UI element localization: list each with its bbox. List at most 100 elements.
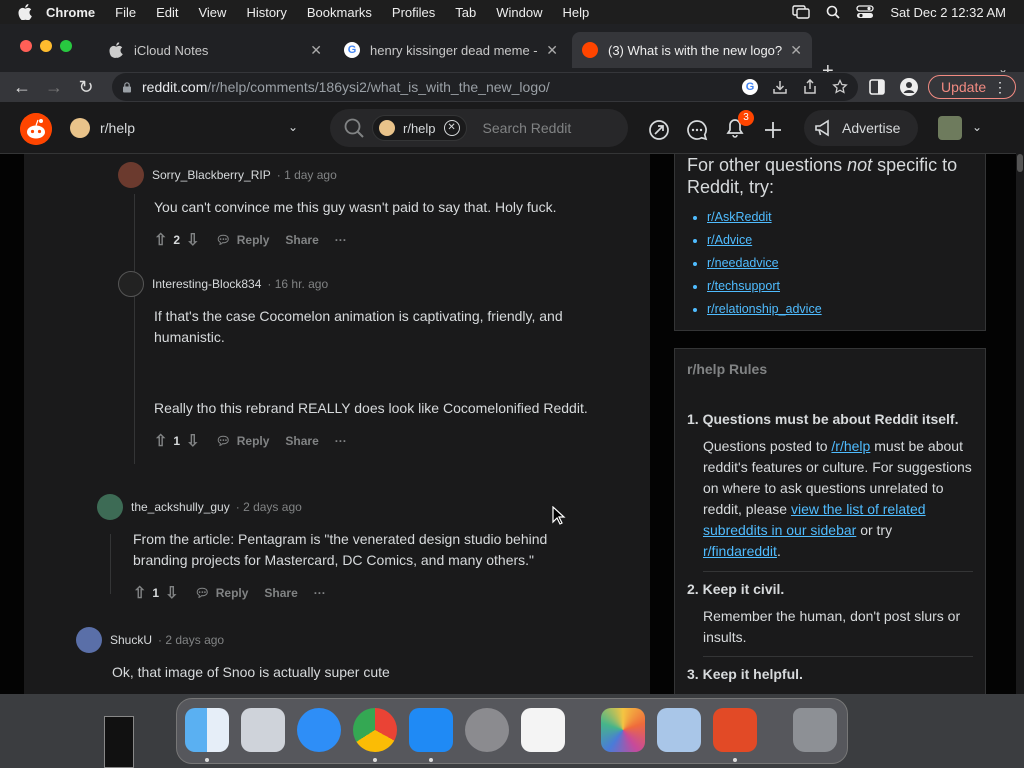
user-avatar[interactable] <box>118 271 144 297</box>
user-avatar[interactable] <box>76 627 102 653</box>
photos-icon[interactable] <box>601 708 645 752</box>
textedit-icon[interactable] <box>521 708 565 752</box>
fullscreen-window-icon[interactable] <box>60 40 72 52</box>
menu-window[interactable]: Window <box>496 5 542 20</box>
google-lens-icon[interactable]: G <box>742 79 758 95</box>
trash-icon[interactable] <box>793 708 837 752</box>
popular-arrow-icon[interactable] <box>648 119 670 141</box>
launchpad-icon[interactable] <box>241 708 285 752</box>
side-panel-icon[interactable] <box>869 79 885 95</box>
menu-view[interactable]: View <box>198 5 226 20</box>
comment-author[interactable]: ShuckU <box>110 633 152 647</box>
chrome-icon[interactable] <box>353 708 397 752</box>
menu-tab[interactable]: Tab <box>455 5 476 20</box>
search-scope-chip[interactable]: r/help ✕ <box>372 115 467 141</box>
screenshot-thumbnail[interactable] <box>104 716 134 768</box>
clear-chip-icon[interactable]: ✕ <box>443 120 460 136</box>
remote-desktop-icon[interactable] <box>713 708 757 752</box>
menu-file[interactable]: File <box>115 5 136 20</box>
spotlight-search-icon[interactable] <box>826 5 841 19</box>
app-store-icon[interactable] <box>409 708 453 752</box>
comment-time[interactable]: · 2 days ago <box>236 500 302 514</box>
create-post-plus-icon[interactable] <box>762 119 784 141</box>
user-avatar[interactable] <box>97 494 123 520</box>
system-settings-icon[interactable] <box>465 708 509 752</box>
menu-help[interactable]: Help <box>563 5 590 20</box>
apple-menu-icon[interactable] <box>18 4 32 20</box>
user-avatar[interactable] <box>118 162 144 188</box>
comment-author[interactable]: Sorry_Blackberry_RIP <box>152 168 271 182</box>
more-options-icon[interactable]: ··· <box>335 233 347 247</box>
downvote-arrow-icon[interactable]: ⇩ <box>186 230 199 250</box>
more-options-icon[interactable]: ··· <box>314 586 326 600</box>
rule-2[interactable]: 2. Keep it civil. Remember the human, do… <box>687 579 973 648</box>
page-scrollbar[interactable] <box>1016 102 1024 694</box>
link-advice[interactable]: r/Advice <box>707 233 752 247</box>
comment-author[interactable]: the_ackshully_guy <box>131 500 230 514</box>
address-bar[interactable]: reddit.com/r/help/comments/186ysi2/what_… <box>112 73 858 101</box>
share-button[interactable]: Share <box>285 233 318 247</box>
reddit-logo-icon[interactable] <box>20 113 52 145</box>
menu-profiles[interactable]: Profiles <box>392 5 435 20</box>
update-chrome-button[interactable]: Update ⋮ <box>928 75 1016 99</box>
preview-icon[interactable] <box>657 708 701 752</box>
link-askreddit[interactable]: r/AskReddit <box>707 210 772 224</box>
reply-button[interactable]: 💬︎ Reply <box>195 586 249 600</box>
close-window-icon[interactable] <box>20 40 32 52</box>
finder-icon[interactable] <box>185 708 229 752</box>
community-chevron-down-icon[interactable]: ⌄ <box>288 120 298 134</box>
link-techsupport[interactable]: r/techsupport <box>707 279 780 293</box>
rule-3[interactable]: 3. Keep it helpful. <box>687 664 973 685</box>
upvote-arrow-icon[interactable]: ⇧ <box>133 583 146 603</box>
reload-icon[interactable]: ↻ <box>70 77 102 98</box>
notifications-button[interactable]: 3 <box>724 110 754 143</box>
more-options-icon[interactable]: ··· <box>335 434 347 448</box>
link-relationship-advice[interactable]: r/relationship_advice <box>707 302 822 316</box>
menu-bookmarks[interactable]: Bookmarks <box>307 5 372 20</box>
safari-icon[interactable] <box>297 708 341 752</box>
reddit-search-bar[interactable]: r/help ✕ Search Reddit <box>330 109 628 147</box>
downvote-arrow-icon[interactable]: ⇩ <box>186 431 199 451</box>
close-tab-icon[interactable]: ✕ <box>546 42 558 59</box>
downvote-arrow-icon[interactable]: ⇩ <box>165 583 178 603</box>
advertise-button[interactable]: Advertise <box>804 110 918 146</box>
user-menu-chevron-down-icon[interactable]: ⌄ <box>972 120 982 134</box>
community-switcher[interactable]: r/help <box>70 118 135 138</box>
screen-mirroring-icon[interactable] <box>792 5 811 19</box>
menu-edit[interactable]: Edit <box>156 5 178 20</box>
share-button[interactable]: Share <box>285 434 318 448</box>
upvote-arrow-icon[interactable]: ⇧ <box>154 431 167 451</box>
chrome-menu-icon[interactable]: ⋮ <box>993 79 1007 96</box>
user-avatar[interactable] <box>938 116 962 140</box>
upvote-arrow-icon[interactable]: ⇧ <box>154 230 167 250</box>
comment-time[interactable]: · 16 hr. ago <box>267 277 328 291</box>
tab-icloud-notes[interactable]: iCloud Notes ✕ <box>98 32 332 68</box>
control-center-icon[interactable] <box>856 5 875 19</box>
profile-icon[interactable] <box>900 78 918 96</box>
share-page-icon[interactable] <box>802 79 818 95</box>
share-button[interactable]: Share <box>264 586 297 600</box>
reply-button[interactable]: 💬︎ Reply <box>216 434 270 448</box>
close-tab-icon[interactable]: ✕ <box>310 42 322 59</box>
menubar-clock[interactable]: Sat Dec 2 12:32 AM <box>890 5 1006 20</box>
minimize-window-icon[interactable] <box>40 40 52 52</box>
comment-time[interactable]: · 1 day ago <box>277 168 337 182</box>
back-icon[interactable]: ← <box>6 77 38 98</box>
tab-google-search[interactable]: G henry kissinger dead meme - G ✕ <box>334 32 568 68</box>
search-placeholder[interactable]: Search Reddit <box>483 120 572 136</box>
comment-time[interactable]: · 2 days ago <box>158 633 224 647</box>
install-app-icon[interactable] <box>772 79 788 95</box>
forward-icon[interactable]: → <box>38 77 70 98</box>
comment-author[interactable]: Interesting-Block834 <box>152 277 261 291</box>
chat-icon[interactable] <box>686 119 708 141</box>
reply-button[interactable]: 💬︎ Reply <box>216 233 270 247</box>
link-findareddit[interactable]: r/findareddit <box>703 543 777 559</box>
link-r-help[interactable]: /r/help <box>831 438 870 454</box>
lock-icon[interactable] <box>122 81 132 93</box>
close-tab-icon[interactable]: ✕ <box>790 42 802 59</box>
tab-reddit-active[interactable]: (3) What is with the new logo? ✕ <box>572 32 812 68</box>
bookmark-star-icon[interactable] <box>832 79 848 95</box>
menu-chrome[interactable]: Chrome <box>46 5 95 20</box>
link-needadvice[interactable]: r/needadvice <box>707 256 779 270</box>
rule-1[interactable]: 1. Questions must be about Reddit itself… <box>687 409 973 562</box>
